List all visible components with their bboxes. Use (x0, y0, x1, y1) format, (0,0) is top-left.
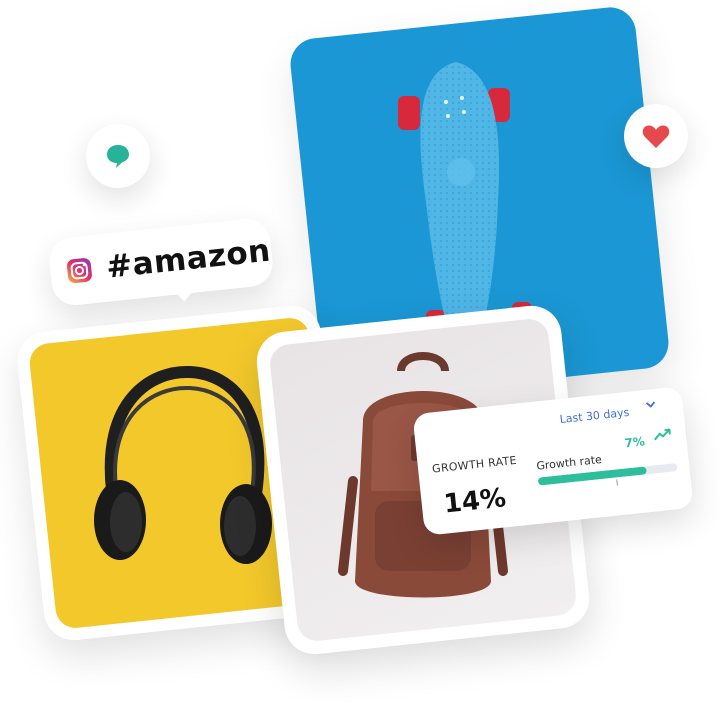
chevron-down-icon[interactable] (644, 399, 657, 410)
growth-metric-label: Growth rate (535, 452, 603, 473)
instagram-icon (66, 258, 92, 284)
like-badge (624, 104, 688, 168)
pill-tail (172, 286, 197, 302)
growth-rate-value: 14% (442, 483, 508, 520)
hashtag-text: #amazon (104, 232, 273, 286)
growth-progress-tick (616, 479, 618, 486)
trend-up-icon (654, 428, 671, 441)
chat-bubble-icon (107, 145, 129, 168)
period-selector[interactable]: Last 30 days (559, 406, 630, 426)
comment-badge (86, 124, 150, 188)
growth-metric-value: 7% (623, 434, 646, 451)
heart-icon (642, 125, 670, 148)
growth-rate-title: GROWTH RATE (431, 453, 518, 476)
hashtag-pill: #amazon (47, 216, 275, 308)
